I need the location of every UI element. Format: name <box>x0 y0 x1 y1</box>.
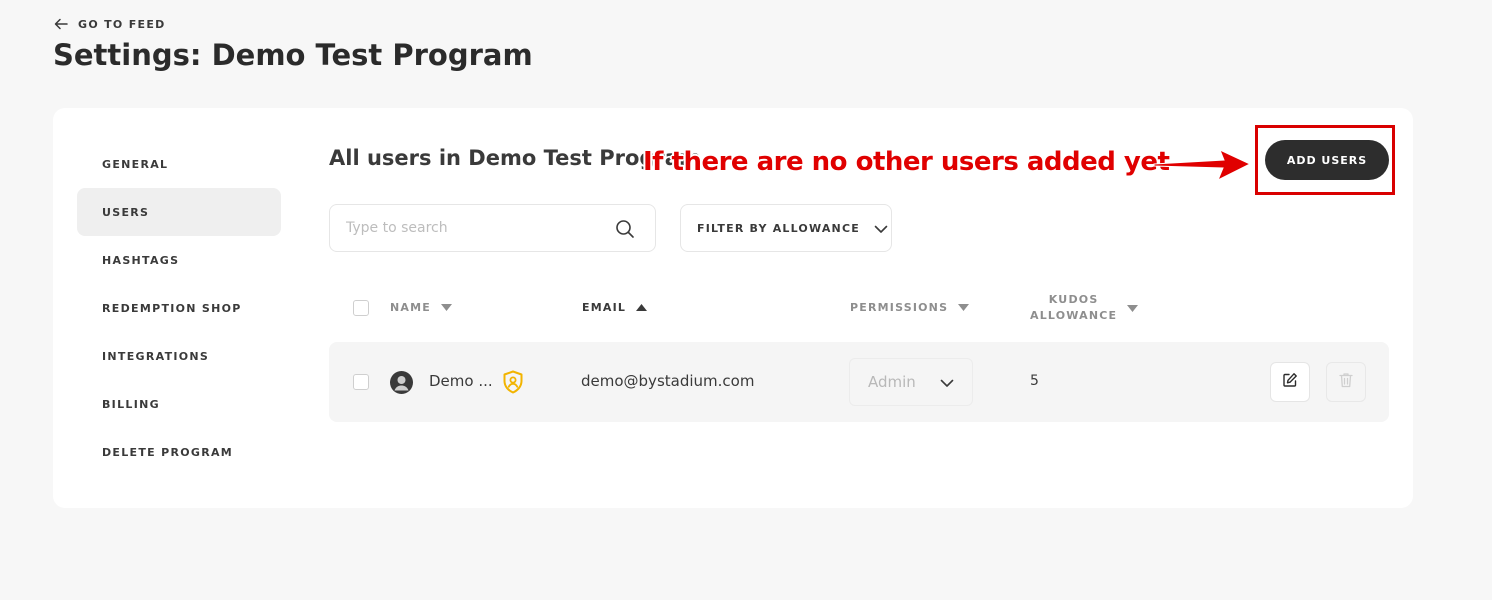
sort-down-icon <box>958 301 970 314</box>
column-header-kudos-allowance[interactable]: KUDOS ALLOWANCE <box>1030 292 1139 324</box>
sidebar-item-label: HASHTAGS <box>102 253 180 267</box>
column-header-label: PERMISSIONS <box>850 301 949 314</box>
sidebar-item-label: REDEMPTION SHOP <box>102 301 242 315</box>
column-header-label: EMAIL <box>582 301 627 314</box>
go-to-feed-label: GO TO FEED <box>78 18 166 31</box>
sort-up-icon <box>636 301 648 314</box>
arrow-right-icon <box>1152 146 1252 190</box>
sidebar-item-label: INTEGRATIONS <box>102 349 210 363</box>
sidebar-item-users[interactable]: USERS <box>77 188 281 236</box>
avatar-icon <box>390 371 413 398</box>
page-title: Settings: Demo Test Program <box>53 38 533 72</box>
row-checkbox[interactable] <box>353 374 369 390</box>
column-header-label: NAME <box>390 301 431 314</box>
delete-user-button[interactable] <box>1326 362 1366 402</box>
column-header-email[interactable]: EMAIL <box>582 301 648 314</box>
chevron-down-icon <box>940 373 954 392</box>
column-header-label: KUDOS <box>1048 293 1099 306</box>
sidebar-item-label: USERS <box>102 205 150 219</box>
admin-shield-icon <box>502 370 524 398</box>
arrow-left-icon <box>54 15 68 34</box>
search-icon[interactable] <box>615 219 635 243</box>
column-header-label: ALLOWANCE <box>1030 309 1118 322</box>
search-box <box>329 204 656 252</box>
go-to-feed-link[interactable]: GO TO FEED <box>54 15 166 34</box>
table-row: Demo ... demo@bystadium.com Admin 5 <box>329 342 1389 422</box>
sort-down-icon <box>1127 302 1139 315</box>
column-header-permissions[interactable]: PERMISSIONS <box>850 301 970 314</box>
permission-select[interactable]: Admin <box>849 358 973 406</box>
kudos-allowance-value: 5 <box>1030 373 1039 389</box>
sidebar-item-redemption-shop[interactable]: REDEMPTION SHOP <box>77 284 281 332</box>
filter-label: FILTER BY ALLOWANCE <box>697 221 860 235</box>
sidebar-item-hashtags[interactable]: HASHTAGS <box>77 236 281 284</box>
annotation-text: If there are no other users added yet <box>643 147 1170 177</box>
chevron-down-icon <box>874 219 888 238</box>
edit-icon <box>1282 372 1298 392</box>
permission-value: Admin <box>868 373 916 391</box>
sidebar-item-delete-program[interactable]: DELETE PROGRAM <box>77 428 281 476</box>
sidebar-item-label: DELETE PROGRAM <box>102 445 234 459</box>
column-header-label-stack: KUDOS ALLOWANCE <box>1030 292 1117 324</box>
sidebar-item-label: GENERAL <box>102 157 169 171</box>
search-input[interactable] <box>346 205 606 251</box>
sidebar-item-general[interactable]: GENERAL <box>77 140 281 188</box>
trash-icon <box>1339 372 1353 392</box>
highlight-box <box>1255 125 1395 195</box>
column-header-name[interactable]: NAME <box>390 301 452 314</box>
sidebar-item-integrations[interactable]: INTEGRATIONS <box>77 332 281 380</box>
filter-by-allowance-dropdown[interactable]: FILTER BY ALLOWANCE <box>680 204 892 252</box>
sidebar-item-billing[interactable]: BILLING <box>77 380 281 428</box>
sidebar-item-label: BILLING <box>102 397 160 411</box>
select-all-checkbox[interactable] <box>353 300 369 316</box>
sort-down-icon <box>440 301 452 314</box>
user-name: Demo ... <box>429 372 493 390</box>
edit-user-button[interactable] <box>1270 362 1310 402</box>
user-email: demo@bystadium.com <box>581 372 755 390</box>
